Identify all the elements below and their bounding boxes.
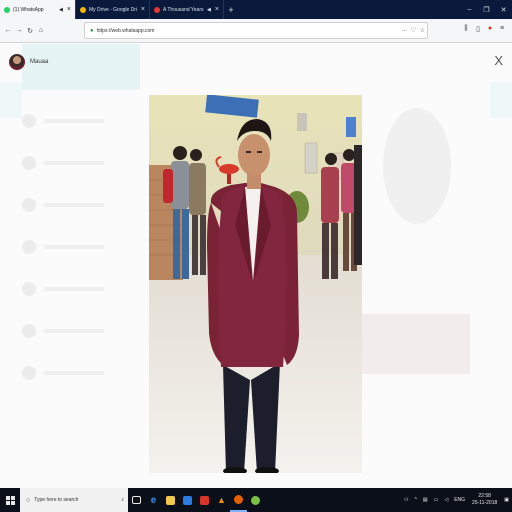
chat-row-ghost <box>22 100 140 142</box>
action-center-icon[interactable]: ▣ <box>504 497 509 503</box>
chat-row-ghost <box>22 310 140 352</box>
chat-line-ghost <box>44 287 104 291</box>
chat-row-ghost <box>22 184 140 226</box>
edge-icon[interactable]: e <box>145 488 162 512</box>
url-actions: ... ♡ ☆ <box>400 27 427 34</box>
pocket-icon[interactable]: ♡ <box>409 27 418 34</box>
tab-label: My Drive - Google Drive <box>89 6 137 13</box>
avatar <box>22 156 36 170</box>
volume-icon[interactable]: ◁ <box>444 497 448 503</box>
new-tab-button[interactable]: + <box>224 0 238 19</box>
whatsapp-header-strip-right <box>490 82 512 118</box>
task-view-icon[interactable] <box>128 488 145 512</box>
avatar <box>22 198 36 212</box>
chevron-up-icon[interactable]: ^ <box>415 497 417 503</box>
start-button[interactable] <box>0 488 20 512</box>
avatar <box>22 366 36 380</box>
store-icon[interactable] <box>179 488 196 512</box>
viewed-photo <box>149 95 362 473</box>
search-placeholder[interactable]: Type here to search <box>34 497 121 503</box>
url-text[interactable]: https://web.whatsapp.com <box>97 28 400 34</box>
chat-line-ghost <box>44 371 104 375</box>
chat-row-ghost <box>22 142 140 184</box>
avatar[interactable] <box>9 53 25 70</box>
contact-name[interactable]: Mauaa <box>30 59 48 65</box>
file-explorer-icon[interactable] <box>162 488 179 512</box>
windows-logo-icon <box>5 495 15 505</box>
library-icon[interactable]: ⫼ <box>460 25 472 33</box>
minimize-icon[interactable]: – <box>461 6 478 13</box>
tab-label: (1) WhatsApp <box>13 6 44 13</box>
sidebar-icon[interactable]: ▯ <box>472 25 484 33</box>
clock-date: 25-11-2018 <box>472 500 498 506</box>
close-tab-icon[interactable]: × <box>215 6 219 13</box>
close-tab-icon[interactable]: × <box>67 6 71 13</box>
chat-row-ghost <box>22 268 140 310</box>
close-window-icon[interactable]: ✕ <box>495 6 512 14</box>
speaker-icon[interactable]: ◀ <box>207 7 211 13</box>
google-drive-favicon-icon <box>80 6 86 13</box>
media-thumbnail-ghost <box>362 314 470 374</box>
clock[interactable]: 22:58 25-11-2018 <box>472 493 497 507</box>
page-actions-icon[interactable]: ... <box>400 27 409 34</box>
vlc-icon[interactable]: ▲ <box>213 488 230 512</box>
green-app-icon[interactable] <box>247 488 264 512</box>
maximize-icon[interactable]: ❐ <box>478 6 495 14</box>
system-tray: ⚇ ^ ▤ ▭ ◁ ENG 22:58 25-11-2018 ▣ <box>401 488 512 512</box>
chat-line-ghost <box>44 329 104 333</box>
browser-nav-bar: ← → ↻ ⌂ ● https://web.whatsapp.com ... ♡… <box>0 19 512 43</box>
address-bar[interactable]: ● https://web.whatsapp.com ... ♡ ☆ <box>84 22 428 39</box>
windows-taskbar: ○ Type here to search ♪ e ▲ ⚇ ^ ▤ ▭ ◁ EN… <box>0 488 512 512</box>
bookmark-star-icon[interactable]: ☆ <box>418 27 427 34</box>
tab-a-thousand-years[interactable]: A Thousand Years - Christi... ◀ × <box>150 0 224 19</box>
avatar <box>22 282 36 296</box>
app-red-icon[interactable] <box>196 488 213 512</box>
media-viewer-header: Mauaa X <box>0 43 512 80</box>
clock-time: 22:58 <box>478 493 491 499</box>
back-arrow-icon[interactable]: ← <box>3 27 13 34</box>
whatsapp-header-strip-left <box>0 82 22 118</box>
toolbar-right: ⫼ ▯ ● ≡ <box>460 25 508 33</box>
microphone-icon[interactable]: ♪ <box>121 497 124 503</box>
profile-photo-ghost <box>383 108 451 224</box>
adblock-extension-icon[interactable]: ● <box>484 25 496 33</box>
window-controls: – ❐ ✕ <box>461 0 512 19</box>
chat-row-ghost <box>22 226 140 268</box>
forward-arrow-icon[interactable]: → <box>14 27 24 34</box>
avatar <box>22 324 36 338</box>
close-tab-icon[interactable]: × <box>141 6 145 13</box>
tab-whatsapp[interactable]: (1) WhatsApp ◀ × <box>0 0 76 19</box>
reload-icon[interactable]: ↻ <box>25 27 35 35</box>
battery-icon[interactable]: ▭ <box>434 497 439 503</box>
search-icon: ○ <box>26 496 31 504</box>
photo-image <box>149 95 362 473</box>
contact-info-ghost <box>362 44 489 464</box>
menu-hamburger-icon[interactable]: ≡ <box>496 25 508 33</box>
chat-row-ghost <box>22 352 140 394</box>
chat-line-ghost <box>44 119 104 123</box>
people-icon[interactable]: ⚇ <box>404 497 408 503</box>
language-indicator[interactable]: ENG <box>454 497 465 503</box>
tab-label: A Thousand Years - Christi... <box>163 6 204 13</box>
home-icon[interactable]: ⌂ <box>36 27 46 34</box>
chat-list-ghost <box>22 44 140 464</box>
speaker-icon[interactable]: ◀ <box>59 7 63 13</box>
taskbar-search-box[interactable]: ○ Type here to search ♪ <box>20 488 128 512</box>
browser-tab-strip: (1) WhatsApp ◀ × My Drive - Google Drive… <box>0 0 512 19</box>
chat-line-ghost <box>44 161 104 165</box>
youtube-favicon-icon <box>154 6 160 13</box>
network-icon[interactable]: ▤ <box>423 497 428 503</box>
tab-google-drive[interactable]: My Drive - Google Drive × <box>76 0 150 19</box>
chat-line-ghost <box>44 245 104 249</box>
firefox-icon[interactable] <box>230 488 247 512</box>
avatar <box>22 240 36 254</box>
lock-icon: ● <box>90 27 94 34</box>
close-viewer-button[interactable]: X <box>494 54 503 67</box>
chat-line-ghost <box>44 203 104 207</box>
whatsapp-favicon-icon <box>4 6 10 13</box>
avatar <box>22 114 36 128</box>
